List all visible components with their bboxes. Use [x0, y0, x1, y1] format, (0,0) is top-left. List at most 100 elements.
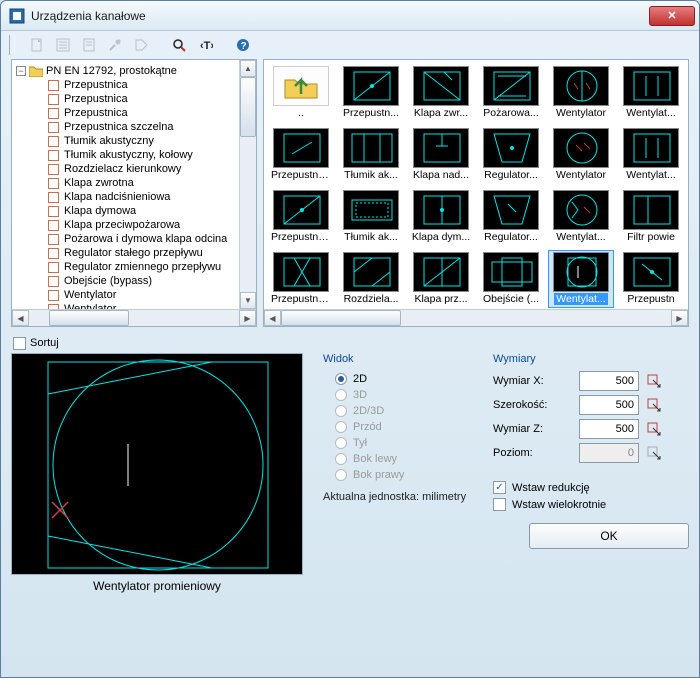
- thumbnail-item[interactable]: Klapa nad...: [408, 126, 474, 184]
- scroll-down-icon[interactable]: ▼: [240, 292, 256, 309]
- scroll-left-icon[interactable]: ◀: [12, 310, 29, 326]
- thumbnail-label: Wentylator: [556, 169, 606, 181]
- tree-item[interactable]: Regulator stałego przepływu: [14, 246, 237, 260]
- tree-item[interactable]: Obejście (bypass): [14, 274, 237, 288]
- radio-icon: [335, 453, 347, 465]
- view-option-label: Przód: [353, 421, 382, 433]
- thumbnail-item[interactable]: Obejście (...: [478, 250, 544, 308]
- svg-text:‹T›: ‹T›: [200, 40, 213, 52]
- ok-button[interactable]: OK: [529, 523, 689, 549]
- scroll-thumb-h[interactable]: [49, 310, 129, 326]
- thumbnail-item[interactable]: Wentylat...: [618, 64, 684, 122]
- tb-find-icon[interactable]: [167, 33, 191, 57]
- dim-label: Poziom:: [493, 447, 573, 459]
- tree-item[interactable]: Przepustnica: [14, 78, 237, 92]
- tree-item[interactable]: Wentylator: [14, 288, 237, 302]
- tree-item[interactable]: Klapa nadciśnieniowa: [14, 190, 237, 204]
- tb-help-icon[interactable]: ?: [231, 33, 255, 57]
- dimension-row: Wymiar Z:: [493, 419, 689, 439]
- thumbnail-item[interactable]: Wentylat...: [548, 188, 614, 246]
- scroll-thumb-h[interactable]: [281, 310, 401, 326]
- thumbnail-label: Przepustn...: [343, 107, 399, 119]
- tb-new-icon[interactable]: [25, 33, 49, 57]
- tb-tools-icon[interactable]: [103, 33, 127, 57]
- thumbnail-item[interactable]: Przepustn: [618, 250, 684, 308]
- thumbnail-item[interactable]: Tłumik ak...: [338, 126, 404, 184]
- thumbnail-item[interactable]: Regulator...: [478, 188, 544, 246]
- tree-item[interactable]: Klapa zwrotna: [14, 176, 237, 190]
- multi-checkbox[interactable]: [493, 498, 506, 511]
- tb-list-icon[interactable]: [51, 33, 75, 57]
- tree-item[interactable]: Pożarowa i dymowa klapa odcina: [14, 232, 237, 246]
- view-option: Przód: [323, 419, 473, 435]
- dim-input[interactable]: [579, 395, 639, 415]
- thumbnail-item[interactable]: Przepustnica: [268, 250, 334, 308]
- tree-item[interactable]: Tłumik akustyczny: [14, 134, 237, 148]
- tb-text-icon[interactable]: ‹T›: [193, 33, 217, 57]
- pick-icon[interactable]: [645, 420, 663, 438]
- dim-label: Szerokość:: [493, 399, 573, 411]
- tree-vscroll[interactable]: ▲ ▼: [239, 60, 256, 309]
- tree-item[interactable]: Przepustnica: [14, 92, 237, 106]
- pick-icon: [645, 444, 663, 462]
- thumbnail-item[interactable]: Wentylator: [548, 126, 614, 184]
- tree-item[interactable]: Klapa dymowa: [14, 204, 237, 218]
- dim-input[interactable]: [579, 371, 639, 391]
- thumbnail-item[interactable]: Rozdziela...: [338, 250, 404, 308]
- thumbnail-image: [553, 252, 609, 292]
- thumbs-hscroll[interactable]: ◀ ▶: [264, 309, 688, 326]
- thumbnail-item[interactable]: Tłumik ak...: [338, 188, 404, 246]
- app-icon: [9, 8, 25, 24]
- tb-doc-icon[interactable]: [77, 33, 101, 57]
- thumbnail-image: [413, 66, 469, 106]
- scroll-right-icon[interactable]: ▶: [671, 310, 688, 326]
- thumbnail-image: [343, 252, 399, 292]
- thumbnail-label: Przepustn: [627, 293, 674, 305]
- thumbnail-item[interactable]: Regulator...: [478, 126, 544, 184]
- thumbnail-item[interactable]: Klapa prz...: [408, 250, 474, 308]
- thumbnail-image: [623, 252, 679, 292]
- thumbnail-item[interactable]: Klapa zwr...: [408, 64, 474, 122]
- unit-label: Aktualna jednostka:: [323, 491, 419, 503]
- tree-item[interactable]: Regulator zmiennego przepływu: [14, 260, 237, 274]
- tree-item-label: Wentylator: [64, 289, 116, 301]
- view-option[interactable]: 2D: [323, 371, 473, 387]
- sort-checkbox[interactable]: [13, 337, 26, 350]
- tree-root[interactable]: − PN EN 12792, prostokątne: [14, 64, 237, 78]
- tree-item[interactable]: Przepustnica szczelna: [14, 120, 237, 134]
- thumbnail-item[interactable]: Klapa dym...: [408, 188, 474, 246]
- thumbnail-item[interactable]: Wentylator: [548, 64, 614, 122]
- scroll-thumb[interactable]: [240, 77, 256, 137]
- pick-icon[interactable]: [645, 396, 663, 414]
- thumbnail-item[interactable]: Pożarowa...: [478, 64, 544, 122]
- thumbnail-item[interactable]: Przepustnica: [268, 188, 334, 246]
- tb-tag-icon[interactable]: [129, 33, 153, 57]
- tree-item[interactable]: Przepustnica: [14, 106, 237, 120]
- thumbnail-image: [413, 252, 469, 292]
- close-button[interactable]: ✕: [649, 6, 695, 26]
- thumbnail-item[interactable]: Wentylat...: [618, 126, 684, 184]
- tree-item-label: Regulator stałego przepływu: [64, 247, 203, 259]
- tree-item[interactable]: Klapa przeciwpożarowa: [14, 218, 237, 232]
- tree-hscroll[interactable]: ◀ ▶: [12, 309, 256, 326]
- thumbnail-item[interactable]: Filtr powie: [618, 188, 684, 246]
- tree-item[interactable]: Tłumik akustyczny, kołowy: [14, 148, 237, 162]
- radio-icon[interactable]: [335, 373, 347, 385]
- thumbnail-item[interactable]: Przepustnica: [268, 126, 334, 184]
- scroll-left-icon[interactable]: ◀: [264, 310, 281, 326]
- scroll-right-icon[interactable]: ▶: [239, 310, 256, 326]
- collapse-icon[interactable]: −: [16, 66, 26, 76]
- window-title: Urządzenia kanałowe: [31, 9, 649, 23]
- item-icon: [48, 108, 59, 119]
- tree-list[interactable]: − PN EN 12792, prostokątne PrzepustnicaP…: [12, 60, 239, 309]
- thumbnail-item[interactable]: Przepustn...: [338, 64, 404, 122]
- dim-input[interactable]: [579, 419, 639, 439]
- pick-icon[interactable]: [645, 372, 663, 390]
- scroll-up-icon[interactable]: ▲: [240, 60, 256, 77]
- reduce-checkbox[interactable]: [493, 481, 506, 494]
- tree-item[interactable]: Rozdzielacz kierunkowy: [14, 162, 237, 176]
- tree-item[interactable]: Wentylator: [14, 302, 237, 309]
- item-icon: [48, 80, 59, 91]
- thumbnail-item[interactable]: Wentylat...: [548, 250, 614, 308]
- thumbnail-item[interactable]: ..: [268, 64, 334, 122]
